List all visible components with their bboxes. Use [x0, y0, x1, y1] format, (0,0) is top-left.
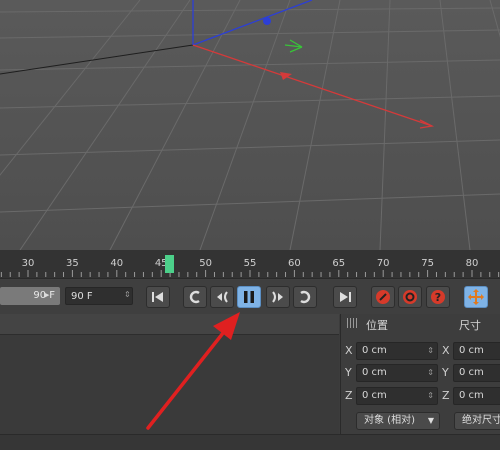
end-frame-field[interactable]: 90 F [0, 287, 60, 305]
go-to-start-button[interactable] [146, 286, 170, 308]
size-header: 尺寸 [459, 319, 481, 332]
size-y-field[interactable]: 0 cm [453, 364, 500, 382]
panel-header-strip [0, 314, 339, 335]
viewport-3d[interactable] [0, 0, 500, 250]
record-icon [376, 290, 390, 304]
end-frame-arrow-icon[interactable]: ▶ [44, 291, 49, 299]
position-y-value: 0 cm [362, 367, 387, 378]
timeline-tick-label: 65 [332, 258, 346, 269]
size-z-value: 0 cm [459, 390, 484, 401]
size-z-field[interactable]: 0 cm [453, 387, 500, 405]
coordinate-mode-dropdown[interactable]: 对象 (相对) ▼ [356, 412, 440, 430]
timeline-tick-label: 35 [66, 258, 79, 269]
position-z-value: 0 cm [362, 390, 387, 401]
pause-button[interactable] [237, 286, 261, 308]
help-icon: ? [431, 290, 445, 304]
timeline-tick-label: 55 [243, 258, 257, 269]
next-keyframe-icon [300, 290, 311, 304]
size-x-value: 0 cm [459, 345, 484, 356]
timeline-tick-label: 80 [465, 258, 479, 269]
step-back-icon [217, 291, 228, 303]
size-x-field[interactable]: 0 cm [453, 342, 500, 360]
go-to-end-icon [340, 292, 351, 302]
end-frame-spinner-icon[interactable]: ⇕ [124, 290, 131, 299]
position-x-value: 0 cm [362, 345, 387, 356]
timeline-tick-label: 50 [199, 258, 212, 269]
x-axis-label: X [345, 344, 353, 357]
spinner-icon[interactable]: ⇕ [427, 343, 434, 359]
size-x-label: X [442, 344, 450, 357]
previous-keyframe-icon [189, 290, 200, 304]
size-y-value: 0 cm [459, 367, 484, 378]
x-axis-line [192, 44, 433, 127]
size-y-label: Y [442, 366, 449, 379]
move-icon [468, 289, 484, 305]
grip-icon[interactable] [347, 318, 357, 328]
spinner-icon[interactable]: ⇕ [427, 388, 434, 404]
end-frame-input[interactable]: 90 F [65, 287, 133, 305]
position-z-field[interactable]: 0 cm ⇕ [356, 387, 438, 405]
position-y-field[interactable]: 0 cm ⇕ [356, 364, 438, 382]
coordinates-panel: 位置 尺寸 X 0 cm ⇕ X 0 cm Y 0 cm ⇕ Y 0 cm Z … [340, 314, 500, 434]
position-header: 位置 [366, 319, 388, 332]
step-forward-icon [272, 291, 283, 303]
move-tool-button[interactable] [464, 286, 488, 308]
size-mode-value: 绝对尺寸 [462, 415, 500, 426]
record-button[interactable] [371, 286, 395, 308]
size-mode-dropdown[interactable]: 绝对尺寸 [454, 412, 500, 430]
y-axis-label: Y [345, 366, 352, 379]
z-axis-label: Z [345, 389, 353, 402]
chevron-down-icon: ▼ [427, 416, 434, 425]
size-z-label: Z [442, 389, 450, 402]
timeline-tick-label: 70 [376, 258, 390, 269]
go-to-end-button[interactable] [333, 286, 357, 308]
timeline-tick-label: 40 [110, 258, 124, 269]
help-button[interactable]: ? [426, 286, 450, 308]
z-axis-line [192, 0, 313, 46]
viewport-grid [0, 0, 500, 250]
object-manager-panel [0, 314, 339, 434]
next-keyframe-button[interactable] [293, 286, 317, 308]
coordinate-mode-value: 对象 (相对) [364, 415, 415, 426]
z-axis-handle [263, 17, 271, 25]
previous-keyframe-button[interactable] [183, 286, 207, 308]
x-axis-handle [280, 72, 292, 80]
position-x-field[interactable]: 0 cm ⇕ [356, 342, 438, 360]
step-back-button[interactable] [210, 286, 234, 308]
playhead-marker[interactable] [165, 255, 174, 273]
timeline-ruler[interactable]: 30 35 40 45 50 55 60 65 70 75 80 [0, 250, 500, 278]
spinner-icon[interactable]: ⇕ [427, 365, 434, 381]
timeline-tick-label: 30 [21, 258, 35, 269]
status-bar [0, 434, 500, 450]
step-forward-button[interactable] [266, 286, 290, 308]
pause-icon [244, 291, 254, 303]
go-to-start-icon [152, 292, 163, 302]
timeline-tick-label: 60 [288, 258, 301, 269]
timeline-tick-label: 75 [421, 258, 434, 269]
svg-text:?: ? [435, 291, 441, 304]
autokey-button[interactable] [398, 286, 422, 308]
autokey-icon [403, 290, 417, 304]
